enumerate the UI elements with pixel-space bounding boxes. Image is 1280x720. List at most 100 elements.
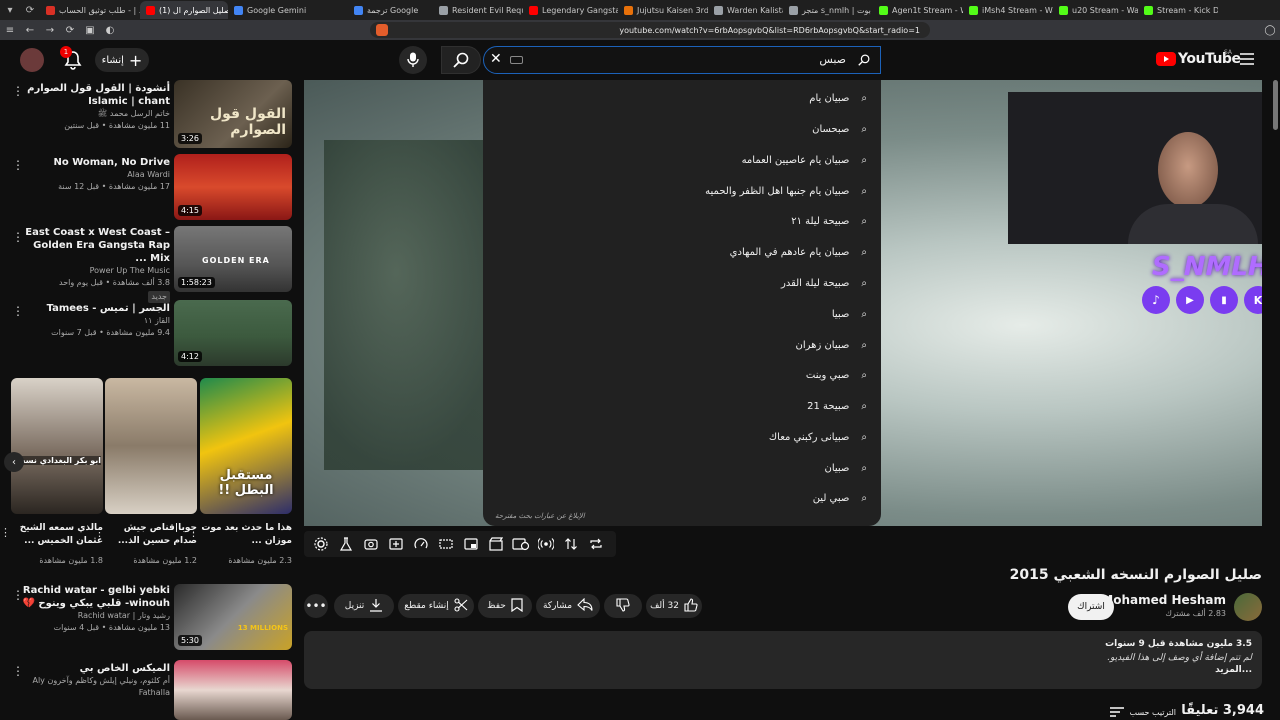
related-video[interactable]: GOLDEN ERA 1:58:23 East Coast x West Coa… (8, 226, 296, 303)
suggestion-item[interactable]: ⌕ صبيحة 21 (483, 391, 881, 422)
video-title[interactable]: الجسر | تميس - Tamees (20, 302, 170, 315)
video-title[interactable]: East Coast x West Coast – Golden Era Gan… (20, 226, 170, 265)
short-thumbnail[interactable]: مستقبل البطل !! (200, 378, 292, 514)
video-thumbnail[interactable]: 13 MILLIONS 5:30 (174, 584, 292, 650)
more-options-icon[interactable]: ⋮ (94, 526, 105, 539)
browser-tab[interactable]: Stream - Kick Dashb (1138, 1, 1218, 19)
channel-name[interactable]: Alaa Wardi (20, 169, 170, 181)
menu-icon[interactable]: ≡ (0, 20, 20, 40)
video-thumbnail[interactable]: 4:12 (174, 300, 292, 366)
show-more-link[interactable]: ...المزيد (314, 665, 1252, 675)
description-box[interactable]: 3.5 مليون مشاهدة قبل 9 سنوات لم تتم إضاف… (304, 631, 1262, 689)
related-video[interactable]: القول قول الصوارم 3:26 أنشودة | القول قو… (8, 80, 296, 148)
more-options-icon[interactable]: ⋮ (12, 158, 24, 172)
clapper-icon[interactable] (487, 535, 505, 553)
add-frame-icon[interactable] (387, 535, 405, 553)
create-button[interactable]: إنشاء + (95, 48, 149, 72)
video-title[interactable]: أنشودة | القول قول الصوارم Islamic | cha… (20, 82, 170, 108)
suggestion-item[interactable]: ⌕ صبيان يام (483, 83, 881, 114)
flask-icon[interactable] (337, 535, 355, 553)
suggestion-item[interactable]: ⌕ صبحسان (483, 114, 881, 145)
youtube-logo-icon[interactable] (1156, 52, 1176, 66)
video-thumbnail[interactable] (174, 660, 292, 720)
broadcast-icon[interactable] (537, 535, 555, 553)
clip-button[interactable]: إنشاء مقطع (398, 594, 474, 618)
tab-search-icon[interactable]: ▾ (0, 0, 20, 20)
page-scrollbar[interactable] (1273, 80, 1278, 720)
browser-tab[interactable]: Warden Kalista TFT Com (708, 1, 783, 19)
speed-icon[interactable] (412, 535, 430, 553)
related-video[interactable]: 4:15 No Woman, No Drive Alaa Wardi 17 مل… (8, 154, 296, 220)
short-thumbnail[interactable] (105, 378, 197, 514)
download-button[interactable]: تنزيل (334, 594, 394, 618)
channel-name[interactable]: القاز ١١ (20, 315, 170, 327)
loop-icon[interactable] (587, 535, 605, 553)
suggestion-item[interactable]: ⌕ صبيان (483, 453, 881, 484)
channel-name[interactable]: خاتم الرسل محمد ﷺ (20, 108, 170, 120)
report-suggestions-link[interactable]: الإبلاغ عن عبارات بحث مقترحة (495, 512, 585, 520)
short-thumbnail[interactable]: ابو بكر البغدادي نسب (11, 378, 103, 514)
save-button[interactable]: حفظ (478, 594, 532, 618)
browser-tab[interactable]: متجر s_nmlh | أفضل بوت (783, 1, 873, 19)
more-options-icon[interactable]: ⋮ (12, 84, 24, 98)
more-options-icon[interactable]: ⋮ (0, 526, 11, 539)
channel-avatar[interactable] (1234, 593, 1262, 621)
suggestion-item[interactable]: ⌕ صبيحة ليلة القدر (483, 268, 881, 299)
forward-icon[interactable]: → (40, 20, 60, 40)
short-title[interactable]: مالذي سمعه الشيخ عثمان الخميس ... (11, 522, 103, 548)
back-icon[interactable]: ← (20, 20, 40, 40)
reload-icon[interactable]: ⟳ (60, 20, 80, 40)
video-thumbnail[interactable]: القول قول الصوارم 3:26 (174, 80, 292, 148)
browser-tab[interactable]: Agen1t Stream - Watch (873, 1, 963, 19)
suggestion-item[interactable]: ⌕ صبيانى ركبني معاك (483, 422, 881, 453)
channel-name[interactable]: أم كلثوم، ونيلي إيلش وكاظم وآخرون Aly Fa… (0, 675, 170, 699)
related-video[interactable]: 13 MILLIONS 5:30 Rachid watar - gelbi ye… (8, 584, 296, 650)
suggestion-item[interactable]: ⌕ صبيان يام جنبها اهل الظفر والحميه (483, 176, 881, 207)
suggestion-item[interactable]: ⌕ صبيحة ليلة ٢١ (483, 206, 881, 237)
more-options-icon[interactable]: ⋮ (188, 526, 199, 539)
video-thumbnail[interactable]: GOLDEN ERA 1:58:23 (174, 226, 292, 292)
crop-icon[interactable] (437, 535, 455, 553)
extension-icon[interactable]: ▣ (80, 20, 100, 40)
subscribe-button[interactable]: اشتراك (1068, 594, 1114, 620)
related-video[interactable]: الميكس الخاص بي أم كلثوم، ونيلي إيلش وكا… (8, 660, 296, 720)
browser-tab[interactable]: Google Gemini (228, 1, 348, 19)
browser-tab-active[interactable]: (1) صليل الصوارم ال... (140, 1, 228, 19)
scrollbar-thumb[interactable] (1273, 80, 1278, 130)
short-title[interactable]: جوبا|قناص جيش صدام حسين الذ... (105, 522, 197, 548)
video-title[interactable]: Rachid watar - gelbi yebki winouh- قلبي … (20, 584, 170, 610)
settings-icon[interactable] (312, 535, 330, 553)
address-bar[interactable]: youtube.com/watch?v=6rbAopsgvbQ&list=RD6… (370, 22, 930, 38)
brave-shield-icon[interactable] (376, 24, 388, 36)
share-button[interactable]: مشاركة (536, 594, 600, 618)
more-options-icon[interactable]: ⋮ (12, 304, 24, 318)
sort-arrows-icon[interactable] (562, 535, 580, 553)
related-video[interactable]: 4:12 الجسر | تميس - Tamees القاز ١١ 9.4 … (8, 300, 296, 366)
channel-name[interactable]: Mohamed Hesham (1100, 593, 1226, 607)
browser-tab[interactable]: Jujutsu Kaisen 3rd Seasons انمي (618, 1, 708, 19)
shorts-prev-button[interactable]: ‹ (4, 452, 24, 472)
suggestion-item[interactable]: ⌕ صبيا (483, 299, 881, 330)
suggestion-item[interactable]: ⌕ صبيان يام عاصيين العمامه (483, 145, 881, 176)
more-actions-button[interactable]: ••• (304, 594, 328, 618)
search-input[interactable]: ✕ صبس (483, 46, 881, 74)
keyboard-icon[interactable] (510, 56, 523, 64)
more-options-icon[interactable]: ⋮ (12, 230, 24, 244)
clear-search-icon[interactable]: ✕ (490, 51, 502, 67)
browser-tab[interactable]: Resident Evil Requiem (433, 1, 523, 19)
more-options-icon[interactable]: ⋮ (12, 588, 24, 602)
menu-icon[interactable] (1240, 53, 1254, 65)
voice-search-button[interactable] (399, 46, 427, 74)
dislike-button[interactable] (604, 594, 642, 618)
screenshot-icon[interactable] (362, 535, 380, 553)
more-options-icon[interactable]: ⋮ (12, 664, 24, 678)
search-button[interactable] (441, 46, 481, 74)
browser-tab[interactable]: iMsh4 Stream - Watc (963, 1, 1053, 19)
channel-name[interactable]: Power Up The Music (20, 265, 170, 277)
notifications-icon[interactable]: 1 (60, 46, 82, 70)
extension-icon[interactable]: ◐ (100, 20, 120, 40)
suggestion-item[interactable]: ⌕ صبيان يام عادهم في المهادي (483, 237, 881, 268)
profile-icon[interactable]: ◯ (1260, 20, 1280, 40)
watch-icon[interactable] (512, 535, 530, 553)
picture-in-picture-icon[interactable] (462, 535, 480, 553)
